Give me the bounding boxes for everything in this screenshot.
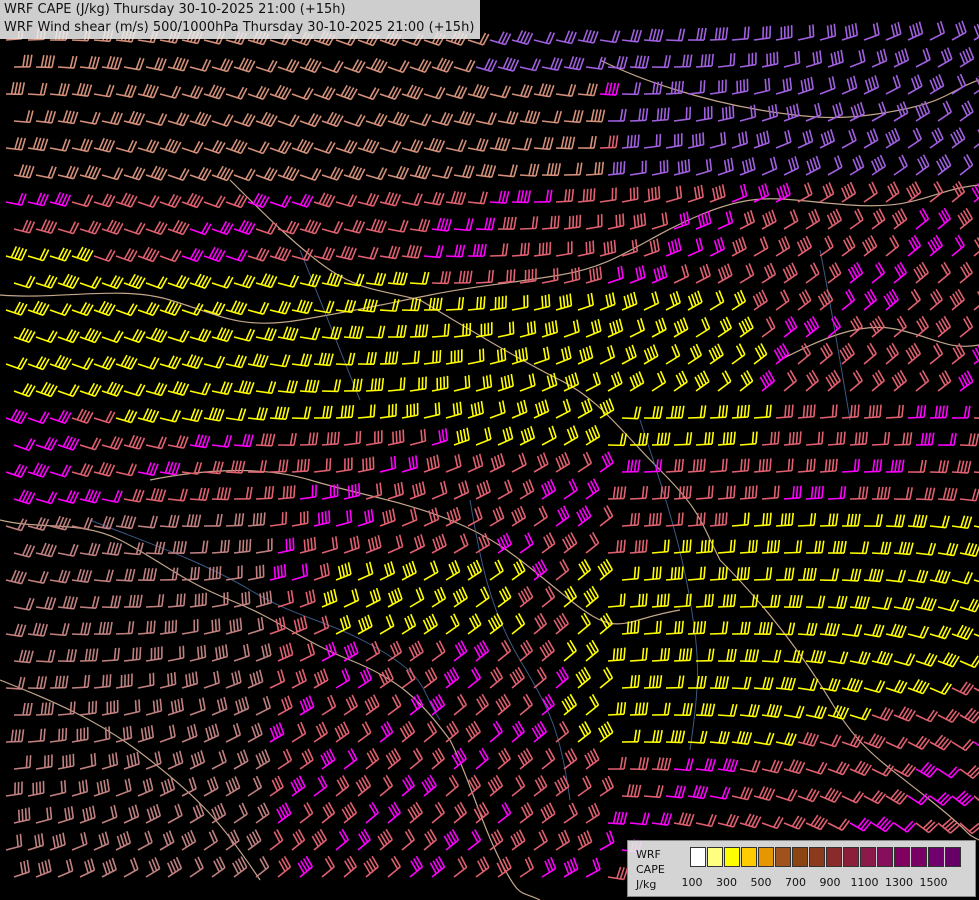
legend-label-unit: J/kg — [636, 878, 657, 891]
legend-tick-label: 700 — [785, 876, 806, 889]
map-canvas — [0, 0, 979, 900]
legend-tick-label: 900 — [819, 876, 841, 889]
legend-tick-label: 500 — [750, 876, 772, 889]
legend-label-wrf: WRF — [636, 848, 661, 861]
legend-color-scale — [690, 847, 962, 867]
title-cape: WRF CAPE (J/kg) Thursday 30-10-2025 21:0… — [4, 2, 346, 17]
title-wind-shear: WRF Wind shear (m/s) 500/1000hPa Thursda… — [4, 20, 475, 35]
legend-label-cape: CAPE — [636, 863, 665, 876]
legend-swatch — [809, 847, 825, 867]
legend-swatch — [945, 847, 961, 867]
legend-swatch — [775, 847, 791, 867]
legend-swatch — [860, 847, 876, 867]
legend-swatch — [843, 847, 859, 867]
legend-swatch — [741, 847, 757, 867]
legend-tick-label: 1100 — [850, 876, 879, 889]
legend-swatch — [690, 847, 706, 867]
legend-swatch — [758, 847, 774, 867]
cape-legend: WRF CAPE J/kg 100 300 500 700 900 1100 1300 150… — [627, 840, 976, 897]
legend-tick-label: 1300 — [885, 876, 913, 889]
map-title: WRF CAPE (J/kg) Thursday 30-10-2025 21:0… — [0, 0, 481, 39]
legend-tick-label: 1500 — [919, 876, 948, 889]
legend-tick-label: 100 — [681, 876, 703, 889]
legend-tick-label: 300 — [716, 876, 737, 889]
legend-swatch — [792, 847, 808, 867]
legend-swatch — [894, 847, 910, 867]
legend-swatch — [877, 847, 893, 867]
legend-swatch — [911, 847, 927, 867]
legend-swatch — [928, 847, 944, 867]
legend-swatch — [707, 847, 723, 867]
legend-swatch — [724, 847, 740, 867]
legend-swatch — [826, 847, 842, 867]
